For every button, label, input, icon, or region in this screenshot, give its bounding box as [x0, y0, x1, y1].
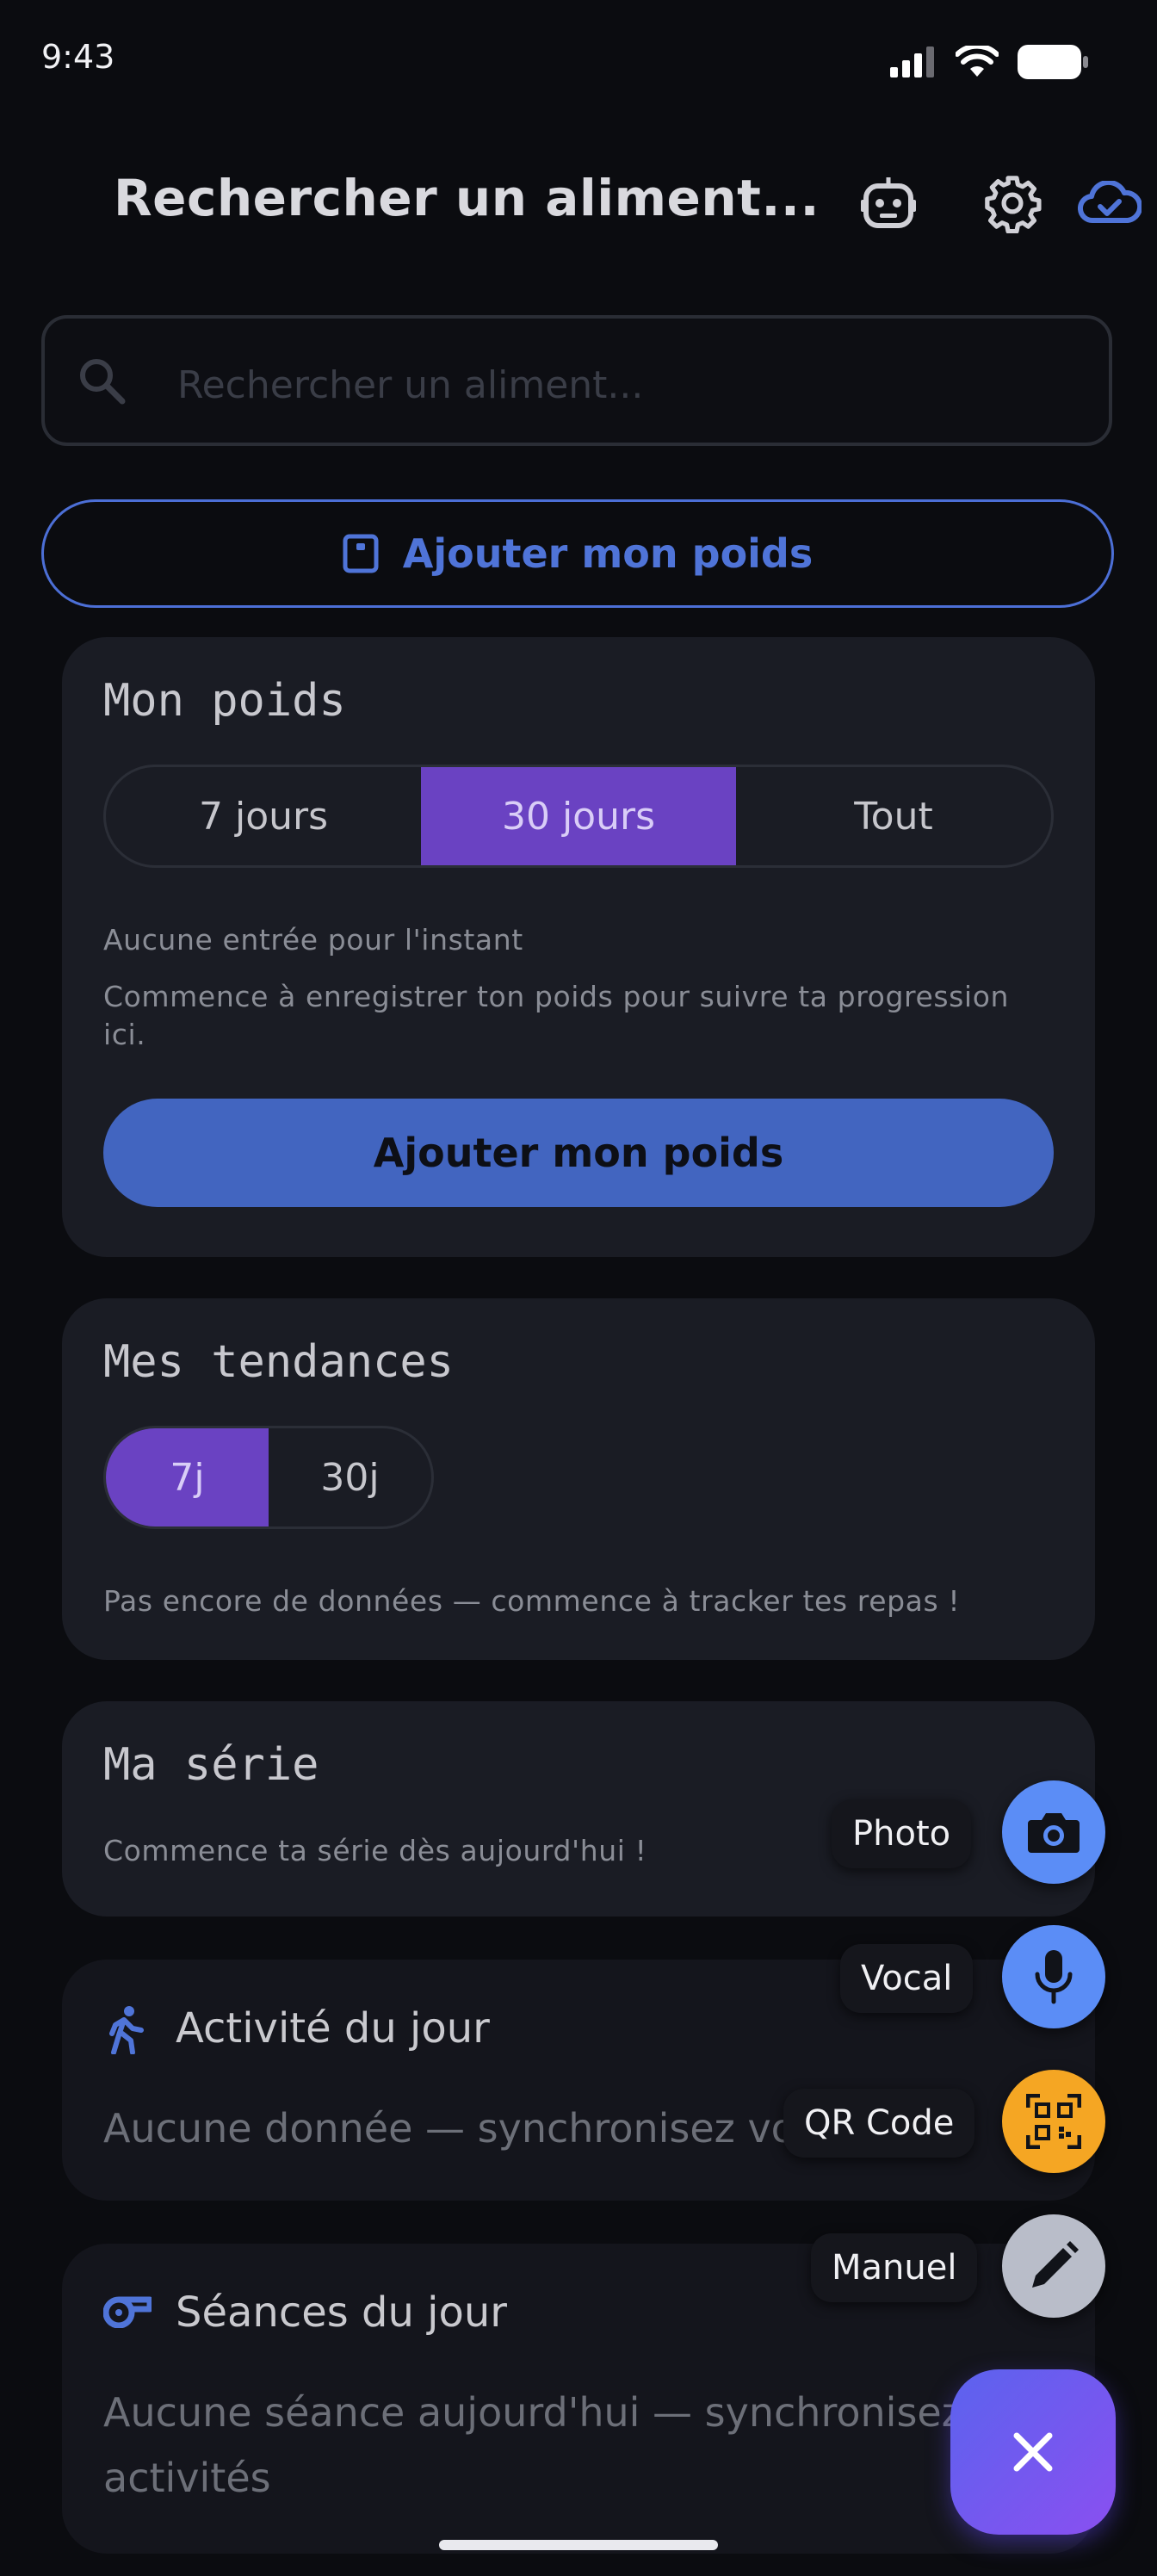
- weight-range-selector: 7 jours 30 jours Tout: [103, 765, 1054, 868]
- fab-qr-button[interactable]: [1002, 2070, 1105, 2173]
- sessions-title: Séances du jour: [176, 2288, 508, 2337]
- microphone-icon: [1035, 1950, 1073, 2004]
- trends-range-7j[interactable]: 7j: [106, 1428, 269, 1526]
- fab-vocal-button[interactable]: [1002, 1925, 1105, 2028]
- status-time: 9:43: [41, 38, 115, 76]
- search-input[interactable]: [176, 358, 1074, 412]
- camera-icon: [1028, 1813, 1080, 1853]
- add-weight-outline-button[interactable]: Ajouter mon poids: [41, 499, 1114, 608]
- robot-icon[interactable]: [854, 169, 923, 238]
- fab-vocal-label[interactable]: Vocal: [840, 1944, 974, 2013]
- gear-icon[interactable]: [978, 169, 1047, 238]
- cloud-sync-icon[interactable]: [1071, 169, 1148, 238]
- activity-text: Aucune donnée — synchronisez vos: [103, 2105, 816, 2152]
- signal-icon: [890, 46, 934, 77]
- walking-icon: [107, 2006, 146, 2058]
- range-7-days[interactable]: 7 jours: [106, 767, 421, 865]
- add-weight-button[interactable]: Ajouter mon poids: [103, 1099, 1054, 1207]
- scale-icon: [343, 534, 379, 573]
- weight-empty-title: Aucune entrée pour l'instant: [103, 923, 523, 957]
- weight-card-title: Mon poids: [103, 675, 346, 727]
- range-all[interactable]: Tout: [736, 767, 1051, 865]
- streak-card-title: Ma série: [103, 1739, 319, 1791]
- close-icon: [1013, 2432, 1053, 2472]
- fab-photo-label[interactable]: Photo: [832, 1799, 972, 1868]
- pencil-icon: [1032, 2241, 1079, 2288]
- streak-text: Commence ta série dès aujourd'hui !: [103, 1834, 647, 1867]
- trends-empty-text: Pas encore de données — commence à track…: [103, 1584, 961, 1618]
- battery-icon: [1018, 45, 1088, 79]
- add-weight-outline-label: Ajouter mon poids: [402, 530, 814, 577]
- trends-range-30j[interactable]: 30j: [269, 1428, 431, 1526]
- range-30-days[interactable]: 30 jours: [421, 767, 736, 865]
- qr-code-icon: [1026, 2094, 1081, 2149]
- fab-manual-label[interactable]: Manuel: [811, 2233, 978, 2302]
- fab-photo-button[interactable]: [1002, 1780, 1105, 1884]
- page-title: Rechercher un aliment...: [114, 169, 820, 227]
- fab-qr-label[interactable]: QR Code: [783, 2089, 975, 2158]
- search-icon: [76, 355, 127, 410]
- weight-empty-text: Commence à enregistrer ton poids pour su…: [103, 980, 1010, 1051]
- fab-manual-button[interactable]: [1002, 2214, 1105, 2318]
- status-icons: [890, 45, 1088, 79]
- sessions-text-line2: activités: [103, 2455, 271, 2501]
- whistle-icon: [102, 2294, 153, 2331]
- trends-range-selector: 7j 30j: [103, 1426, 434, 1529]
- trends-card-title: Mes tendances: [103, 1336, 454, 1388]
- wifi-icon: [956, 46, 999, 77]
- home-indicator: [439, 2540, 718, 2550]
- fab-close-button[interactable]: [950, 2369, 1116, 2535]
- sessions-text-line1: Aucune séance aujourd'hui — synchronisez…: [103, 2389, 999, 2436]
- activity-title: Activité du jour: [176, 2004, 490, 2053]
